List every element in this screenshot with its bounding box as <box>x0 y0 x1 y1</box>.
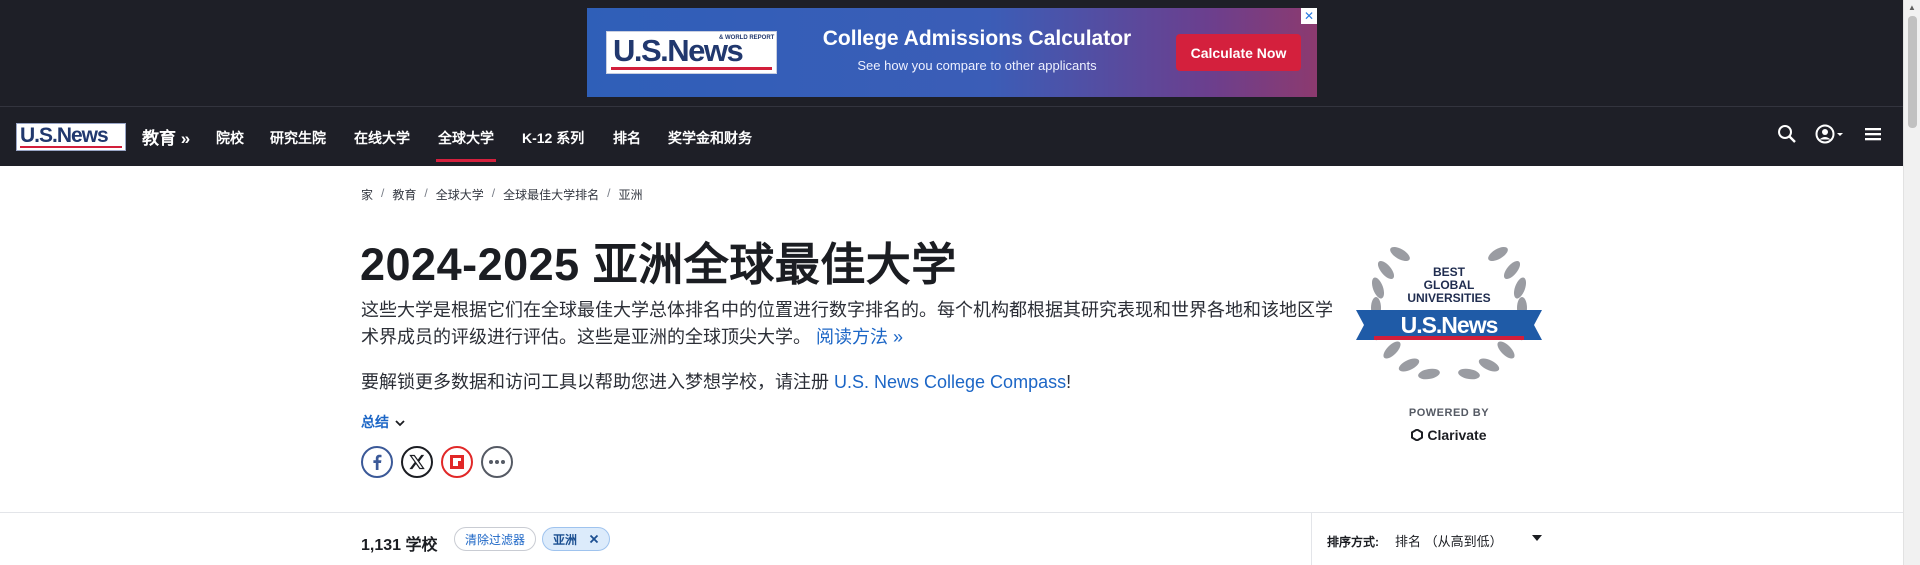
scrollbar[interactable]: ▲ <box>1903 0 1920 565</box>
nav-logo-bar <box>20 146 122 148</box>
badge-line-global: GLOBAL <box>1424 278 1475 292</box>
caret-down-icon[interactable] <box>1532 533 1542 545</box>
filter-chip-label: 亚洲 <box>553 532 578 547</box>
close-icon[interactable] <box>589 534 599 544</box>
compass-suffix: ! <box>1066 372 1072 392</box>
results-toolbar: 1,131 学校 清除过滤器 亚洲 排序方式: 排名 （从高到低） <box>0 512 1903 565</box>
school-count: 1,131 学校 <box>361 537 438 554</box>
x-share-button[interactable] <box>401 446 433 478</box>
breadcrumb-home[interactable]: 家 <box>361 186 373 203</box>
nav-link-k12[interactable]: K-12 系列 <box>522 128 584 148</box>
breadcrumb-separator: / <box>381 186 385 200</box>
sort-label: 排序方式: <box>1327 535 1379 549</box>
ad-calculate-button[interactable]: Calculate Now <box>1176 34 1301 71</box>
page-title: 2024-2025 亚洲全球最佳大学 <box>360 239 957 290</box>
badge-line-best: BEST <box>1433 265 1466 279</box>
breadcrumb-rankings[interactable]: 全球最佳大学排名 <box>503 186 599 203</box>
clear-filters-button[interactable]: 清除过滤器 <box>454 527 537 551</box>
more-share-button[interactable] <box>481 446 513 478</box>
nav-link-scholarships[interactable]: 奖学金和财务 <box>668 128 752 148</box>
ad-usnews-logo: U.S.News & WORLD REPORT <box>606 31 777 74</box>
flipboard-icon <box>450 455 464 469</box>
search-icon[interactable] <box>1777 124 1797 150</box>
more-icon <box>489 460 505 464</box>
breadcrumb-education[interactable]: 教育 <box>392 186 416 203</box>
methodology-link[interactable]: 阅读方法 » <box>816 327 903 347</box>
ad-logo-bar <box>611 67 772 70</box>
college-compass-link[interactable]: U.S. News College Compass <box>834 372 1066 392</box>
nav-link-online[interactable]: 在线大学 <box>354 128 410 148</box>
breadcrumb-separator: / <box>607 186 611 200</box>
nav-logo-text: U.S.News <box>20 124 109 147</box>
clarivate-icon <box>1411 428 1424 442</box>
clarivate-text: Clarivate <box>1427 427 1487 443</box>
flipboard-share-button[interactable] <box>441 446 473 478</box>
ad-subtitle: See how you compare to other applicants <box>857 58 1097 73</box>
usnews-logo[interactable]: U.S.News <box>16 123 126 151</box>
nav-link-colleges[interactable]: 院校 <box>216 128 244 148</box>
facebook-share-button[interactable] <box>361 446 393 478</box>
compass-prefix: 要解锁更多数据和访问工具以帮助您进入梦想学校，请注册 <box>361 372 834 392</box>
breadcrumb-global[interactable]: 全球大学 <box>436 186 484 203</box>
toolbar-divider <box>1311 513 1312 565</box>
nav-link-rankings[interactable]: 排名 <box>613 128 641 148</box>
ad-title: College Admissions Calculator <box>822 27 1132 50</box>
powered-by-label: POWERED BY <box>1408 407 1490 419</box>
nav-link-global[interactable]: 全球大学 <box>436 128 496 162</box>
sort-select[interactable]: 排名 （从高到低） <box>1395 531 1503 550</box>
best-global-universities-badge: BEST GLOBAL UNIVERSITIES U.S.News <box>1356 246 1542 380</box>
breadcrumb: 家 / 教育 / 全球大学 / 全球最佳大学排名 / 亚洲 <box>361 186 642 203</box>
badge-logo-text: U.S.News <box>1401 312 1498 338</box>
ad-close-icon[interactable]: ✕ <box>1301 8 1317 24</box>
scrollbar-thumb[interactable] <box>1908 16 1917 128</box>
scroll-up-icon[interactable]: ▲ <box>1908 3 1916 12</box>
ad-logo-sub: & WORLD REPORT <box>719 35 775 41</box>
menu-icon[interactable] <box>1864 124 1882 150</box>
badge-line-universities: UNIVERSITIES <box>1407 291 1490 305</box>
nav-link-grad-schools[interactable]: 研究生院 <box>270 128 326 148</box>
breadcrumb-separator: / <box>491 186 496 200</box>
ad-strip: U.S.News & WORLD REPORT College Admissio… <box>0 0 1903 106</box>
nav-section-education[interactable]: 教育 » <box>142 124 190 149</box>
summary-toggle[interactable]: 总结 <box>361 412 405 432</box>
breadcrumb-separator: / <box>424 186 428 200</box>
summary-label: 总结 <box>361 414 389 430</box>
filter-chip-asia[interactable]: 亚洲 <box>542 527 611 551</box>
clarivate-logo: Clarivate <box>1354 427 1544 443</box>
account-icon[interactable] <box>1815 124 1845 150</box>
x-icon <box>409 454 425 470</box>
breadcrumb-asia[interactable]: 亚洲 <box>618 186 642 203</box>
main-nav: U.S.News 教育 » 院校 研究生院 在线大学 全球大学 K-12 系列 … <box>0 106 1903 166</box>
chevron-down-icon <box>395 420 405 427</box>
page-description: 这些大学是根据它们在全球最佳大学总体排名中的位置进行数字排名的。每个机构都根据其… <box>361 297 1341 351</box>
ad-banner[interactable]: U.S.News & WORLD REPORT College Admissio… <box>587 8 1317 97</box>
facebook-icon <box>373 454 382 470</box>
compass-promo: 要解锁更多数据和访问工具以帮助您进入梦想学校，请注册 U.S. News Col… <box>361 368 1071 394</box>
